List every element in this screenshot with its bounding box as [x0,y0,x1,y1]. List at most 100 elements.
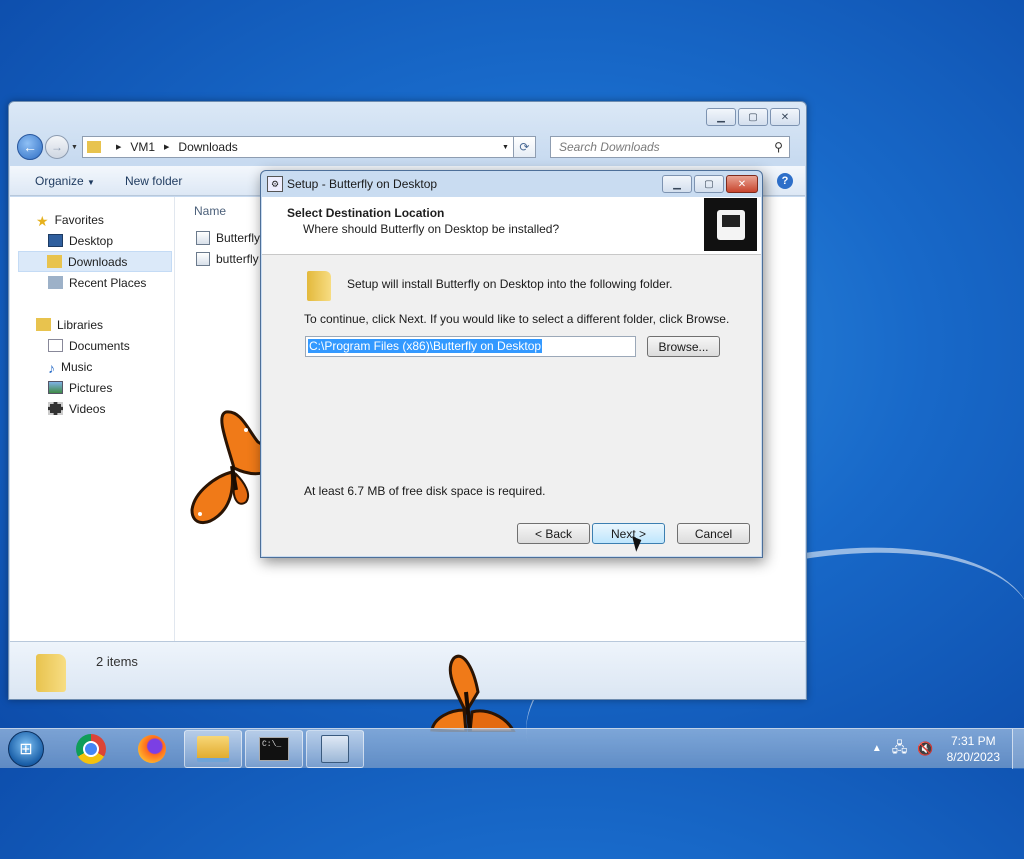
nav-downloads-label: Downloads [68,254,128,269]
minimize-button[interactable]: ▁ [706,108,736,126]
nav-desktop-label: Desktop [69,233,114,248]
film-icon [48,402,63,415]
back-button[interactable]: < Back [517,523,590,544]
breadcrumb-vm1[interactable]: VM1 [130,140,155,154]
chevron-down-icon: ▼ [87,177,95,187]
show-desktop-button[interactable] [1012,728,1024,769]
forward-arrow-icon[interactable]: → [45,135,69,159]
downloads-folder-icon [47,255,62,268]
address-bar[interactable]: ▶ VM1 ▶ Downloads ▼ [81,136,514,158]
nav-downloads[interactable]: Downloads [18,251,172,272]
clock-date: 8/20/2023 [946,749,1000,764]
desktop-icon [48,234,63,247]
pictures-icon [48,381,63,394]
nav-favorites-label: Favorites [54,212,104,227]
nav-videos[interactable]: Videos [10,398,174,419]
setup-window-controls: ▁ ▢ ✕ [662,175,758,193]
nav-documents-label: Documents [69,338,130,353]
new-folder-button[interactable]: New folder [125,174,182,188]
details-pane: 2 items [10,641,805,699]
continue-info-text: To continue, click Next. If you would li… [304,312,730,326]
nav-recent-places[interactable]: Recent Places [10,272,174,293]
firefox-icon [138,734,166,763]
setup-header-subtitle: Where should Butterfly on Desktop be ins… [303,222,560,236]
close-button[interactable]: ✕ [770,108,800,126]
setup-header: Select Destination Location Where should… [262,197,761,255]
help-icon[interactable]: ? [777,172,793,189]
chevron-down-icon[interactable]: ▼ [502,144,509,151]
nav-pictures-label: Pictures [69,380,113,395]
installer-file-icon [196,252,210,266]
music-note-icon: ♪ [48,360,55,376]
setup-icon [321,734,349,763]
file-item[interactable]: Butterfly [196,231,260,245]
folder-icon [36,654,66,692]
taskbar-firefox[interactable] [123,730,181,768]
chevron-right-icon[interactable]: ▶ [116,143,121,151]
explorer-window-controls: ▁ ▢ ✕ [706,108,800,126]
taskbar-cmd[interactable]: C:\_ [245,729,303,768]
system-tray: ▲ 🖧 🔇 7:31 PM 8/20/2023 [867,728,1024,769]
install-info-text: Setup will install Butterfly on Desktop … [347,277,673,291]
folder-icon [86,141,101,153]
setup-dialog: ⚙ Setup - Butterfly on Desktop ▁ ▢ ✕ Sel… [260,170,763,558]
clock-time: 7:31 PM [950,733,996,748]
setup-body: Select Destination Location Where should… [262,197,761,556]
file-name: Butterfly [216,231,261,245]
volume-muted-icon[interactable]: 🔇 [917,741,933,757]
maximize-button[interactable]: ▢ [738,108,768,126]
start-button[interactable]: ⊞ [8,730,44,767]
back-arrow-icon[interactable]: ← [17,134,43,160]
explorer-icon [197,735,229,762]
nav-documents[interactable]: Documents [10,335,174,356]
file-name: butterfly [216,252,259,266]
setup-title: Setup - Butterfly on Desktop [287,177,438,191]
browse-button[interactable]: Browse... [647,336,720,357]
navigation-pane: ★ Favorites Desktop Downloads Recent Pla… [10,197,175,641]
minimize-button[interactable]: ▁ [662,175,692,193]
star-icon: ★ [36,213,49,229]
nav-videos-label: Videos [69,401,106,416]
cmd-icon: C:\_ [259,736,289,761]
nav-recent-places-label: Recent Places [69,275,147,290]
refresh-icon[interactable]: ⟳ [513,136,536,158]
setup-app-icon: ⚙ [267,176,283,192]
taskbar-setup[interactable] [306,729,364,768]
maximize-button[interactable]: ▢ [694,175,724,193]
documents-icon [48,339,63,352]
breadcrumb-downloads[interactable]: Downloads [178,140,237,154]
organize-button[interactable]: Organize ▼ [35,174,95,188]
butterfly-image [430,654,516,732]
taskbar: ⊞ C:\_ ▲ 🖧 🔇 7:31 PM 8/20/2023 [0,728,1024,769]
recent-places-icon [48,276,63,289]
search-input[interactable]: Search Downloads ⚲ [549,136,790,158]
show-hidden-icons-icon[interactable]: ▲ [872,743,882,754]
taskbar-chrome[interactable] [62,730,120,768]
nav-libraries[interactable]: Libraries [10,314,174,335]
cancel-button[interactable]: Cancel [677,523,750,544]
address-row: ← → ▼ ▶ VM1 ▶ Downloads ▼ ⟳ Search Downl… [17,132,798,162]
nav-libraries-label: Libraries [57,317,104,332]
close-button[interactable]: ✕ [726,175,758,193]
setup-header-title: Select Destination Location [287,206,445,220]
taskbar-explorer[interactable] [184,729,242,768]
libraries-icon [36,318,51,331]
next-button[interactable]: Next > [592,523,665,544]
network-icon[interactable]: 🖧 [892,737,908,761]
nav-pictures[interactable]: Pictures [10,377,174,398]
destination-path-value: C:\Program Files (x86)\Butterfly on Desk… [308,339,543,353]
column-header-name[interactable]: Name [194,204,226,218]
clock[interactable]: 7:31 PM 8/20/2023 [947,733,1000,765]
setup-computer-icon [704,198,757,251]
search-icon[interactable]: ⚲ [774,140,783,154]
destination-path-input[interactable]: C:\Program Files (x86)\Butterfly on Desk… [305,336,636,357]
recent-pages-dropdown-icon[interactable]: ▼ [71,144,78,151]
chrome-icon [76,733,106,764]
file-item[interactable]: butterfly [196,252,259,266]
chevron-right-icon[interactable]: ▶ [164,143,169,151]
disk-space-text: At least 6.7 MB of free disk space is re… [304,484,546,498]
nav-favorites[interactable]: ★ Favorites [10,209,174,230]
item-count: 2 items [96,654,138,669]
nav-desktop[interactable]: Desktop [10,230,174,251]
nav-music[interactable]: ♪ Music [10,356,174,377]
